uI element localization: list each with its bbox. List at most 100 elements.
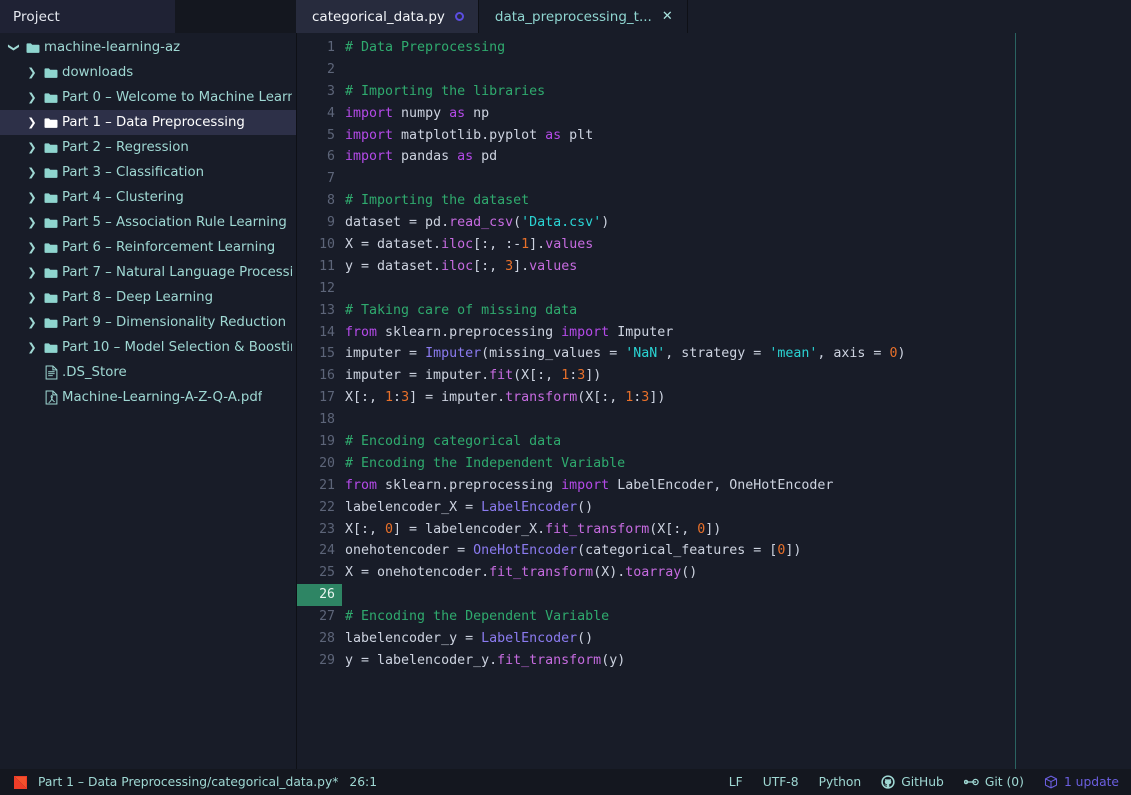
code-line[interactable]: 14 from sklearn.preprocessing import Impu… [297,322,1131,344]
tree-folder-row[interactable]: ❯ Part 3 – Classification [0,160,296,185]
code-token: 'NaN' [625,346,666,362]
code-token: values [529,258,578,274]
code-editor[interactable]: 1 # Data Preprocessing 2 3 # Importing the l… [296,33,1131,769]
line-number: 28 [319,631,335,647]
tree-folder-row[interactable]: ❯ Part 4 – Clustering [0,185,296,210]
code-line[interactable]: 8 # Importing the dataset [297,190,1131,212]
status-encoding[interactable]: UTF-8 [763,775,799,789]
code-line[interactable]: 6 import pandas as pd [297,146,1131,168]
unsaved-dot-icon[interactable] [454,12,464,21]
status-bar: Part 1 – Data Preprocessing/categorical_… [0,769,1131,795]
tree-item-label: downloads [62,65,134,80]
tree-folder-row[interactable]: ❯ downloads [0,60,296,85]
status-update-button[interactable]: 1 update [1044,775,1119,789]
code-line[interactable]: 13 # Taking care of missing data [297,300,1131,322]
code-line[interactable]: 19 # Encoding categorical data [297,431,1131,453]
chevron-right-icon[interactable]: ❯ [24,141,40,154]
chevron-right-icon[interactable]: ❯ [24,116,40,129]
status-cursor-position[interactable]: 26:1 [349,775,377,789]
code-line[interactable]: 9 dataset = pd.read_csv('Data.csv') [297,212,1131,234]
code-token: Imputer [425,346,482,362]
status-git-button[interactable]: Git (0) [963,775,1024,789]
tree-file-row[interactable]: .DS_Store [0,360,296,385]
tree-folder-row[interactable]: ❯ Part 5 – Association Rule Learning [0,210,296,235]
close-icon[interactable]: ✕ [662,10,673,23]
folder-icon [40,292,62,304]
tree-item-label: Part 0 – Welcome to Machine Learning A- [62,90,292,105]
code-line[interactable]: 10 X = dataset.iloc[:, :-1].values [297,234,1131,256]
code-line[interactable]: 24 onehotencoder = OneHotEncoder(categori… [297,540,1131,562]
editor-tab[interactable]: categorical_data.py [296,0,478,33]
tree-folder-row[interactable]: ❯ Part 1 – Data Preprocessing [0,110,296,135]
code-line[interactable]: 7 [297,168,1131,190]
status-language-mode[interactable]: Python [819,775,862,789]
code-line[interactable]: 29 y = labelencoder_y.fit_transform(y) [297,650,1131,672]
tree-folder-row[interactable]: ❯ Part 6 – Reinforcement Learning [0,235,296,260]
code-line-text: X[:, 1:3] = imputer.transform(X[:, 1:3]) [342,387,665,409]
code-token: as [449,105,466,121]
code-line[interactable]: 12 [297,278,1131,300]
tree-file-row[interactable]: Machine-Learning-A-Z-Q-A.pdf [0,385,296,410]
tree-folder-row[interactable]: ❯ Part 0 – Welcome to Machine Learning A- [0,85,296,110]
chevron-right-icon[interactable]: ❯ [24,166,40,179]
chevron-right-icon[interactable]: ❯ [24,91,40,104]
line-number: 2 [327,61,335,77]
file-pdf-icon [40,390,62,405]
chevron-right-icon[interactable]: ❯ [24,241,40,254]
status-line-ending[interactable]: LF [729,775,743,789]
editor-tab[interactable]: data_preprocessing_t... ✕ [477,0,687,33]
code-line[interactable]: 27 # Encoding the Dependent Variable [297,606,1131,628]
status-file-path[interactable]: Part 1 – Data Preprocessing/categorical_… [38,775,338,789]
code-line[interactable]: 3 # Importing the libraries [297,81,1131,103]
chevron-right-icon[interactable]: ❯ [24,191,40,204]
tree-folder-row[interactable]: ❯ Part 8 – Deep Learning [0,285,296,310]
code-line[interactable]: 26 [297,584,1131,607]
code-token: ] = imputer. [409,390,506,406]
line-number: 29 [319,652,335,668]
chevron-right-icon[interactable]: ❯ [24,291,40,304]
code-line[interactable]: 4 import numpy as np [297,103,1131,125]
code-line[interactable]: 1 # Data Preprocessing [297,37,1131,59]
code-content[interactable]: 1 # Data Preprocessing 2 3 # Importing the l… [297,33,1131,672]
code-line[interactable]: 25 X = onehotencoder.fit_transform(X).toa… [297,562,1131,584]
tree-folder-row[interactable]: ❯ Part 7 – Natural Language Processing [0,260,296,285]
project-panel-header: Project [0,0,175,33]
code-token: imputer = imputer. [345,368,490,384]
code-token: # Importing the libraries [345,83,546,99]
chevron-right-icon[interactable]: ❯ [24,266,40,279]
status-github-button[interactable]: GitHub [881,775,944,789]
code-line[interactable]: 20 # Encoding the Independent Variable [297,453,1131,475]
code-line[interactable]: 28 labelencoder_y = LabelEncoder() [297,628,1131,650]
github-icon [881,775,895,789]
code-line[interactable]: 23 X[:, 0] = labelencoder_X.fit_transform… [297,519,1131,541]
chevron-right-icon[interactable]: ❯ [24,66,40,79]
code-line-text: # Encoding the Dependent Variable [342,606,609,628]
tree-folder-row[interactable]: ❯ machine-learning-az [0,35,296,60]
chevron-right-icon[interactable]: ❯ [24,316,40,329]
tree-folder-row[interactable]: ❯ Part 2 – Regression [0,135,296,160]
code-line[interactable]: 22 labelencoder_X = LabelEncoder() [297,497,1131,519]
code-line[interactable]: 16 imputer = imputer.fit(X[:, 1:3]) [297,365,1131,387]
code-line-text: y = dataset.iloc[:, 3].values [342,256,577,278]
chevron-right-icon[interactable]: ❯ [24,341,40,354]
tree-item-label: .DS_Store [62,365,127,380]
code-token: ) [601,215,610,231]
tree-folder-row[interactable]: ❯ Part 10 – Model Selection & Boosting [0,335,296,360]
line-number: 8 [327,193,335,209]
code-line[interactable]: 5 import matplotlib.pyplot as plt [297,125,1131,147]
tree-folder-row[interactable]: ❯ Part 9 – Dimensionality Reduction [0,310,296,335]
code-line[interactable]: 15 imputer = Imputer(missing_values = 'Na… [297,343,1131,365]
code-line[interactable]: 18 [297,409,1131,431]
folder-icon [40,117,62,129]
line-number: 18 [319,412,335,428]
code-line[interactable]: 17 X[:, 1:3] = imputer.transform(X[:, 1:3… [297,387,1131,409]
chevron-down-icon[interactable]: ❯ [8,40,21,56]
code-line[interactable]: 2 [297,59,1131,81]
code-token: 1 [521,237,530,253]
folder-icon [40,142,62,154]
code-line[interactable]: 21 from sklearn.preprocessing import Labe… [297,475,1131,497]
tree-item-label: Part 3 – Classification [62,165,205,180]
chevron-right-icon[interactable]: ❯ [24,216,40,229]
code-line[interactable]: 11 y = dataset.iloc[:, 3].values [297,256,1131,278]
code-line-text: # Taking care of missing data [342,300,577,322]
